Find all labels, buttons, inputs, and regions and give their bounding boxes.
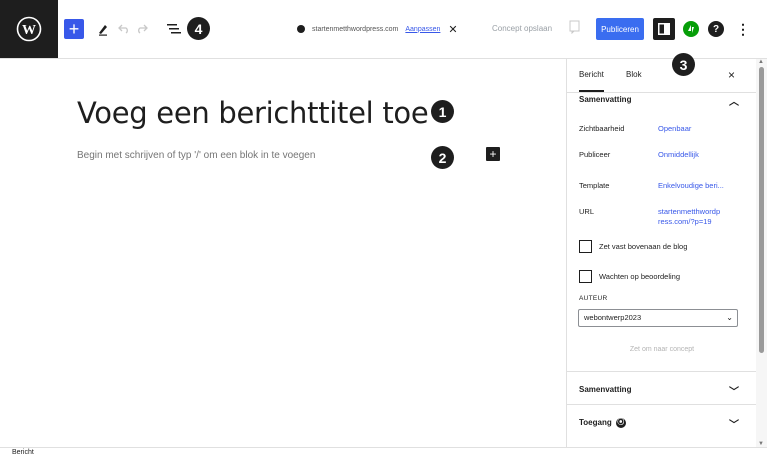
publish-button[interactable]: Publiceren [596,18,644,40]
access-panel-header[interactable]: Toegang ⦿ ﹀ [567,408,757,438]
site-icon [297,25,305,33]
sticky-checkbox[interactable] [579,240,592,253]
chevron-up-icon: ︿ [729,97,739,108]
author-select[interactable]: webontwerp2023 ⌄ [578,309,738,327]
jetpack-icon[interactable] [683,21,699,37]
change-link[interactable]: Aanpassen [405,26,440,33]
sticky-checkbox-row[interactable]: Zet vast bovenaan de blog [579,240,687,253]
more-options-icon[interactable]: ⋮ [736,19,750,39]
editor-header: W + 4 startenmetthwordpress.com Aanpasse… [0,0,767,59]
settings-sidebar: Bericht Blok 3 × Samenvatting ︿ Zichtbaa… [566,53,757,447]
site-url: startenmetthwordpress.com [312,25,399,33]
pending-checkbox[interactable] [579,270,592,283]
scroll-up-arrow-icon[interactable]: ▲ [758,59,764,65]
summary-collapsed-title: Samenvatting [579,385,632,394]
chevron-down-icon: ﹀ [729,420,739,431]
document-bar[interactable]: startenmetthwordpress.com Aanpassen ✕ [297,19,458,39]
save-draft-button[interactable]: Concept opslaan [492,24,552,33]
summary-panel-header[interactable]: Samenvatting ︿ [567,85,757,115]
undo-icon[interactable] [117,20,131,38]
document-overview-icon[interactable] [166,20,182,38]
visibility-label: Zichtbaarheid [579,124,625,133]
panel-divider [567,404,757,405]
svg-text:W: W [22,23,36,38]
scrollbar-thumb[interactable] [759,67,764,353]
close-icon[interactable]: ✕ [448,23,457,36]
url-label: URL [579,207,595,216]
breadcrumb[interactable]: Bericht [12,449,34,456]
close-sidebar-icon[interactable]: × [728,68,735,82]
panel-divider [567,371,757,372]
settings-sidebar-toggle-icon[interactable] [653,18,675,40]
summary-panel-title: Samenvatting [579,95,632,104]
pending-checkbox-label: Wachten op beoordeling [599,272,681,281]
chevron-down-icon: ⌄ [726,313,733,322]
publish-label: Publiceer [579,150,611,159]
block-inserter-button[interactable]: + [64,19,84,39]
inline-block-inserter-button[interactable]: + [486,147,500,161]
access-panel-title: Toegang [579,418,612,428]
callout-badge-3: 3 [672,53,695,76]
chevron-down-icon: ﹀ [729,387,739,398]
callout-badge-4: 4 [187,17,210,40]
sticky-checkbox-label: Zet vast bovenaan de blog [599,242,688,251]
summary-panel-collapsed-header[interactable]: Samenvatting ﹀ [567,375,757,405]
pending-checkbox-row[interactable]: Wachten op beoordeling [579,270,680,283]
editor-footer: Bericht [0,447,767,460]
post-title-input[interactable]: Voeg een berichttitel toe [77,96,429,130]
visibility-value[interactable]: Openbaar [658,124,691,133]
sidebar-scrollbar[interactable]: ▲ ▼ [756,59,767,447]
redo-icon[interactable] [135,20,149,38]
callout-badge-1: 1 [431,100,454,123]
preview-icon[interactable] [569,20,580,35]
publish-value[interactable]: Onmiddellijk [658,150,699,159]
access-panel-title-wrap: Toegang ⦿ [579,418,626,428]
url-value[interactable]: startenmetthwordp ress.com/?p=19 [658,207,743,227]
template-value[interactable]: Enkelvoudige beri... [658,181,724,190]
callout-badge-2: 2 [431,146,454,169]
help-icon[interactable]: ? [708,21,724,37]
block-appender-placeholder[interactable]: Begin met schrijven of typ '/' om een bl… [77,150,315,161]
tools-pencil-icon[interactable] [94,19,112,39]
wordpress-logo-icon[interactable]: W [0,0,58,58]
template-label: Template [579,181,610,190]
editor-canvas[interactable]: Voeg een berichttitel toe 1 Begin met sc… [0,59,566,447]
author-select-value: webontwerp2023 [584,313,642,322]
jetpack-badge-icon: ⦿ [615,418,626,428]
author-label: AUTEUR [579,295,608,302]
switch-to-draft-button[interactable]: Zet om naar concept [567,346,757,353]
